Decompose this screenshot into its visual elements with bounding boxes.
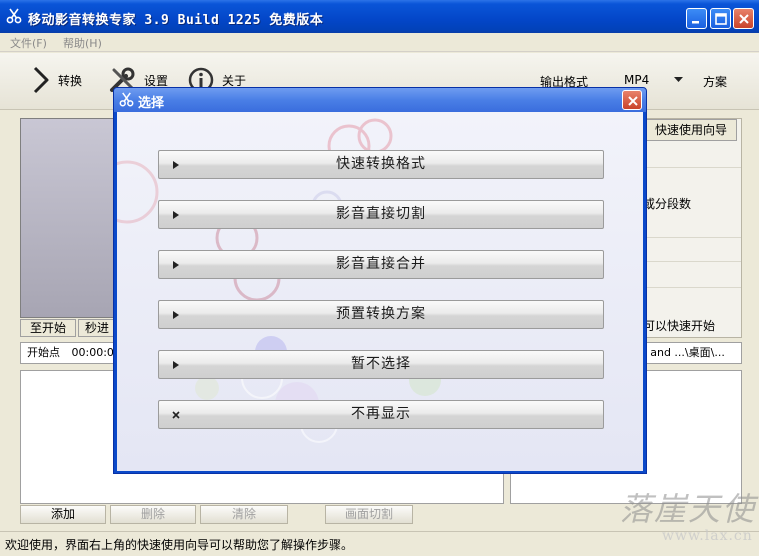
maximize-icon — [715, 13, 727, 25]
option-label: 快速转换格式 — [336, 156, 426, 172]
dialog-title-bar[interactable]: 选择 — [114, 88, 646, 112]
scheme-button[interactable]: 方案 — [703, 73, 727, 90]
direct-cut-option[interactable]: 影音直接切割 — [158, 200, 604, 229]
option-label: 影音直接合并 — [336, 256, 426, 272]
triangle-right-icon — [173, 361, 179, 369]
watermark: 落崖天使 www.lax.cn — [620, 484, 755, 552]
watermark-sub: www.lax.cn — [662, 528, 753, 544]
triangle-right-icon — [173, 211, 179, 219]
start-point-label: 开始点 — [27, 346, 60, 359]
divider — [641, 287, 741, 288]
quick-convert-option[interactable]: 快速转换格式 — [158, 150, 604, 179]
dont-show-again-option[interactable]: 不再显示 — [158, 400, 604, 429]
dialog-close-button[interactable] — [622, 90, 642, 110]
watermark-main: 落崖天使 — [620, 490, 757, 528]
divider — [641, 167, 741, 168]
triangle-right-icon — [173, 261, 179, 269]
minimize-icon — [692, 21, 699, 24]
clear-button[interactable]: 清除 — [200, 505, 288, 524]
option-label: 影音直接切割 — [336, 206, 426, 222]
title-bar[interactable]: 移动影音转换专家 3.9 Build 1225 免费版本 — [0, 0, 759, 33]
menu-file[interactable]: 文件(F) — [10, 35, 47, 51]
option-label: 暂不选择 — [351, 356, 411, 372]
scissors-icon — [6, 8, 22, 24]
divider — [641, 237, 741, 238]
start-point-field[interactable]: 开始点 00:00:0 — [20, 342, 116, 364]
settings-label: 设置 — [144, 73, 169, 88]
output-format-value[interactable]: MP4 — [624, 73, 649, 87]
video-preview — [20, 118, 117, 318]
status-text: 欢迎使用，界面右上角的快速使用向导可以帮助您了解操作步骤。 — [5, 538, 354, 552]
x-mark-icon — [172, 411, 180, 419]
convert-button[interactable]: 转换 — [30, 65, 82, 95]
dialog-body: 快速转换格式 影音直接切割 影音直接合并 预置转换方案 暂不选择 不再显示 — [117, 112, 643, 471]
option-label: 预置转换方案 — [336, 306, 426, 322]
close-button[interactable] — [733, 8, 754, 29]
select-dialog: 选择 快速转换格式 影音直接切割 影音直接合并 预置转换方案 暂不选择 不再显示 — [113, 87, 647, 474]
dialog-title: 选择 — [138, 96, 165, 111]
direct-merge-option[interactable]: 影音直接合并 — [158, 250, 604, 279]
main-window: 移动影音转换专家 3.9 Build 1225 免费版本 文件(F) 帮助(H)… — [0, 0, 759, 556]
close-icon — [628, 96, 638, 106]
play-icon — [33, 66, 49, 94]
skip-selection-option[interactable]: 暂不选择 — [158, 350, 604, 379]
minimize-button[interactable] — [686, 8, 707, 29]
chevron-down-icon[interactable] — [674, 77, 683, 83]
scissors-icon — [119, 92, 134, 107]
triangle-right-icon — [173, 311, 179, 319]
menu-help[interactable]: 帮助(H) — [63, 35, 102, 51]
to-start-button[interactable]: 至开始 — [20, 319, 76, 337]
close-icon — [739, 14, 749, 24]
segment-text: 或分段数 — [643, 197, 692, 211]
seconds-button[interactable]: 秒进 — [78, 319, 116, 337]
quick-wizard-button[interactable]: 快速使用向导 — [645, 119, 737, 141]
window-title: 移动影音转换专家 3.9 Build 1225 免费版本 — [28, 13, 324, 28]
screen-cut-button[interactable]: 画面切割 — [325, 505, 413, 524]
about-label: 关于 — [222, 73, 247, 88]
option-label: 不再显示 — [351, 406, 411, 422]
divider — [641, 261, 741, 262]
delete-button[interactable]: 删除 — [110, 505, 196, 524]
triangle-right-icon — [173, 161, 179, 169]
start-point-value: 00:00:0 — [71, 346, 114, 359]
add-button[interactable]: 添加 — [20, 505, 106, 524]
quick-start-text: 可以快速开始 — [643, 319, 716, 333]
preset-scheme-option[interactable]: 预置转换方案 — [158, 300, 604, 329]
convert-label: 转换 — [58, 73, 83, 88]
maximize-button[interactable] — [710, 8, 731, 29]
output-path-field[interactable]: s and ...\桌面\... — [638, 342, 742, 364]
menu-bar: 文件(F) 帮助(H) — [0, 33, 759, 52]
